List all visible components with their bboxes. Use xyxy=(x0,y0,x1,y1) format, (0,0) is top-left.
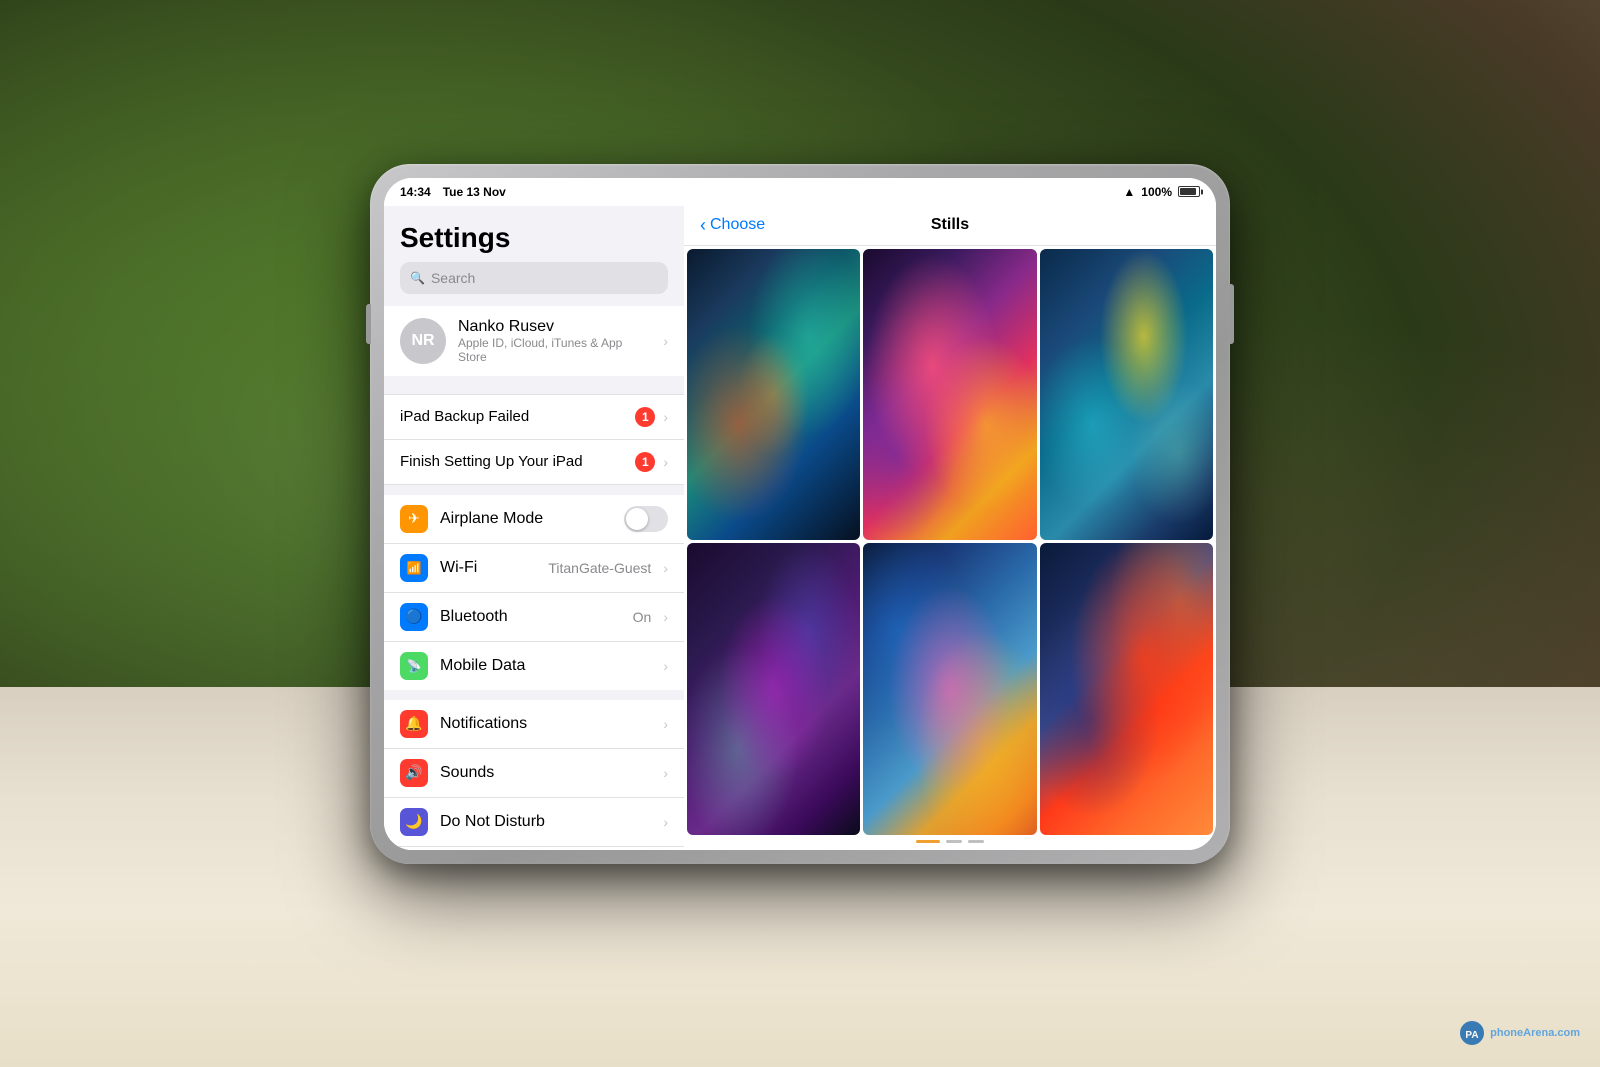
bluetooth-icon: 🔵 xyxy=(400,603,428,631)
notifications-row[interactable]: 🔔 Notifications › xyxy=(384,700,684,749)
avatar: NR xyxy=(400,318,446,364)
chevron-icon: › xyxy=(663,409,668,425)
nav-title: Stills xyxy=(931,216,969,234)
nav-back-button[interactable]: ‹ Choose xyxy=(700,215,765,236)
chevron-icon-2: › xyxy=(663,454,668,470)
ipad-device: 14:34 Tue 13 Nov ▲ 100% Setti xyxy=(370,164,1230,864)
wallpaper-4[interactable] xyxy=(687,543,860,835)
backup-failed-label: iPad Backup Failed xyxy=(400,408,635,425)
bluetooth-label: Bluetooth xyxy=(440,608,621,626)
divider-3 xyxy=(384,690,684,700)
sounds-icon: 🔊 xyxy=(400,759,428,787)
status-bar-right: ▲ 100% xyxy=(1123,185,1200,199)
phonearena-logo-icon: PA xyxy=(1458,1019,1486,1047)
ipad-body: 14:34 Tue 13 Nov ▲ 100% Setti xyxy=(370,164,1230,864)
scroll-dot-3 xyxy=(968,840,984,843)
backup-failed-row[interactable]: iPad Backup Failed 1 › xyxy=(384,394,684,440)
divider-2 xyxy=(384,485,684,495)
search-icon: 🔍 xyxy=(410,271,425,285)
profile-name: Nanko Rusev xyxy=(458,318,651,336)
wifi-value: TitanGate-Guest xyxy=(548,560,651,576)
finish-setup-row[interactable]: Finish Setting Up Your iPad 1 › xyxy=(384,440,684,485)
mobile-data-icon: 📡 xyxy=(400,652,428,680)
finish-badge: 1 xyxy=(635,452,655,472)
ipad-screen: 14:34 Tue 13 Nov ▲ 100% Setti xyxy=(384,178,1216,850)
chevron-icon-wifi: › xyxy=(663,560,668,576)
wifi-icon: ▲ xyxy=(1123,185,1135,199)
wallpaper-5[interactable] xyxy=(863,543,1036,835)
watermark: PA phoneArena.com xyxy=(1458,1019,1580,1047)
notification-right: 1 › xyxy=(635,407,668,427)
chevron-icon: › xyxy=(663,333,668,349)
profile-subtitle: Apple ID, iCloud, iTunes & App Store xyxy=(458,336,651,364)
notification-right-2: 1 › xyxy=(635,452,668,472)
scroll-dot-2 xyxy=(946,840,962,843)
notifications-label: Notifications xyxy=(440,715,651,733)
screen-content: Settings 🔍 Search NR Nanko Rusev Appl xyxy=(384,206,1216,850)
dnd-row[interactable]: 🌙 Do Not Disturb › xyxy=(384,798,684,847)
bluetooth-value: On xyxy=(633,609,652,625)
mobile-data-label: Mobile Data xyxy=(440,657,651,675)
divider xyxy=(384,384,684,394)
wallpaper-nav: ‹ Choose Stills xyxy=(684,206,1216,246)
settings-panel: Settings 🔍 Search NR Nanko Rusev Appl xyxy=(384,206,684,850)
back-chevron-icon: ‹ xyxy=(700,215,706,236)
wifi-row[interactable]: 📶 Wi-Fi TitanGate-Guest › xyxy=(384,544,684,593)
wifi-label: Wi-Fi xyxy=(440,559,536,577)
airplane-icon: ✈ xyxy=(400,505,428,533)
dnd-label: Do Not Disturb xyxy=(440,813,651,831)
wallpaper-3[interactable] xyxy=(1040,249,1213,541)
notification-rows: iPad Backup Failed 1 › Finish Setting Up… xyxy=(384,394,684,485)
settings-group-2: 🔔 Notifications › 🔊 Sounds › xyxy=(384,700,684,850)
dnd-icon: 🌙 xyxy=(400,808,428,836)
backup-badge: 1 xyxy=(635,407,655,427)
notifications-icon: 🔔 xyxy=(400,710,428,738)
wallpaper-2[interactable] xyxy=(863,249,1036,541)
scroll-indicator xyxy=(684,838,1216,850)
wifi-settings-icon: 📶 xyxy=(400,554,428,582)
bluetooth-row[interactable]: 🔵 Bluetooth On › xyxy=(384,593,684,642)
watermark-text: phoneArena.com xyxy=(1490,1027,1580,1039)
profile-info: Nanko Rusev Apple ID, iCloud, iTunes & A… xyxy=(458,318,651,364)
status-bar-left: 14:34 Tue 13 Nov xyxy=(400,185,506,199)
settings-title: Settings xyxy=(384,206,684,262)
airplane-mode-row[interactable]: ✈ Airplane Mode xyxy=(384,495,684,544)
settings-group-1: ✈ Airplane Mode 📶 Wi-Fi TitanGate-Guest … xyxy=(384,495,684,690)
finish-setup-label: Finish Setting Up Your iPad xyxy=(400,453,635,470)
chevron-dnd: › xyxy=(663,814,668,830)
date: Tue 13 Nov xyxy=(443,185,506,199)
mobile-data-row[interactable]: 📡 Mobile Data › xyxy=(384,642,684,690)
profile-section[interactable]: NR Nanko Rusev Apple ID, iCloud, iTunes … xyxy=(384,306,684,376)
screen-time-row[interactable]: ⏱ Screen Time › xyxy=(384,847,684,850)
wallpaper-panel: ‹ Choose Stills xyxy=(684,206,1216,850)
sounds-label: Sounds xyxy=(440,764,651,782)
chevron-icon-bt: › xyxy=(663,609,668,625)
status-bar: 14:34 Tue 13 Nov ▲ 100% xyxy=(384,178,1216,206)
svg-text:PA: PA xyxy=(1466,1030,1479,1041)
time: 14:34 xyxy=(400,185,431,199)
battery-fill xyxy=(1180,188,1196,195)
search-placeholder: Search xyxy=(431,270,475,286)
chevron-sounds: › xyxy=(663,765,668,781)
wallpaper-1[interactable] xyxy=(687,249,860,541)
battery-icon xyxy=(1178,186,1200,197)
airplane-label: Airplane Mode xyxy=(440,510,612,528)
nav-back-label: Choose xyxy=(710,216,765,234)
battery-body xyxy=(1178,186,1200,197)
wallpaper-grid xyxy=(684,246,1216,838)
chevron-notif: › xyxy=(663,716,668,732)
wallpaper-6[interactable] xyxy=(1040,543,1213,835)
sounds-row[interactable]: 🔊 Sounds › xyxy=(384,749,684,798)
scroll-dot-1 xyxy=(916,840,940,843)
chevron-icon-md: › xyxy=(663,658,668,674)
battery-percent: 100% xyxy=(1141,185,1172,199)
search-bar[interactable]: 🔍 Search xyxy=(400,262,668,294)
airplane-toggle[interactable] xyxy=(624,506,668,532)
